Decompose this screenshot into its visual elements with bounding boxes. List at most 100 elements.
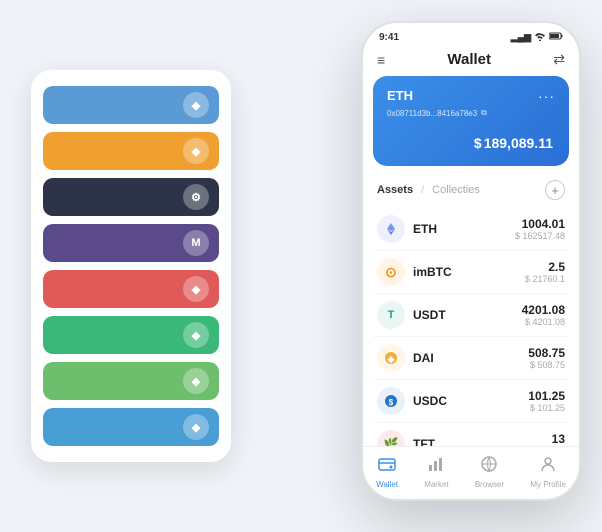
add-asset-button[interactable]: + — [545, 180, 565, 200]
menu-icon[interactable]: ≡ — [377, 52, 385, 68]
card-icon: M — [183, 230, 209, 256]
tab-assets[interactable]: Assets — [377, 184, 413, 196]
usdc-name: USDC — [413, 394, 447, 408]
card-item[interactable]: ⚙ — [43, 178, 219, 216]
svg-text:$: $ — [389, 398, 394, 407]
tab-collecties[interactable]: Collecties — [432, 184, 480, 196]
card-item[interactable]: ◆ — [43, 408, 219, 446]
asset-row-eth[interactable]: ETH 1004.01 $ 162517.48 — [373, 208, 569, 251]
assets-tabs: Assets / Collecties — [377, 184, 480, 196]
phone-mockup: 9:41 ▂▄▆ ≡ Wallet ⇄ ETH ··· — [361, 21, 581, 501]
usdt-name: USDT — [413, 308, 446, 322]
card-icon: ◆ — [183, 414, 209, 440]
card-item[interactable]: M — [43, 224, 219, 262]
tft-icon: 🌿 — [377, 430, 405, 446]
usdc-amount: 101.25 — [528, 389, 565, 403]
scene: ◆ ◆ ⚙ M ◆ ◆ ◆ ◆ 9:41 ▂▄▆ — [11, 11, 591, 521]
dai-amount: 508.75 — [528, 346, 565, 360]
status-time: 9:41 — [379, 32, 399, 43]
scan-icon[interactable]: ⇄ — [553, 51, 565, 68]
balance-prefix: $ — [474, 135, 482, 151]
eth-card-menu[interactable]: ··· — [538, 88, 555, 104]
card-icon: ◆ — [183, 322, 209, 348]
asset-row-imbtc[interactable]: ⊙ imBTC 2.5 $ 21760.1 — [373, 251, 569, 294]
nav-profile[interactable]: My Profile — [530, 455, 566, 489]
asset-left: ◈ DAI — [377, 344, 434, 372]
imbtc-amount: 2.5 — [525, 260, 565, 274]
svg-text:◈: ◈ — [387, 354, 396, 364]
eth-card-label: ETH — [387, 88, 413, 103]
eth-balance: $189,089.11 — [387, 128, 555, 154]
card-icon: ⚙ — [183, 184, 209, 210]
eth-icon — [377, 215, 405, 243]
tft-amount: 13 — [552, 432, 565, 446]
copy-icon[interactable]: ⧉ — [481, 108, 487, 118]
asset-right: 508.75 $ 508.75 — [528, 346, 565, 370]
asset-list: ETH 1004.01 $ 162517.48 ⊙ imBTC 2.5 $ 21… — [363, 208, 579, 446]
card-item[interactable]: ◆ — [43, 316, 219, 354]
asset-right: 4201.08 $ 4201.08 — [522, 303, 565, 327]
browser-nav-label: Browser — [475, 480, 504, 489]
tft-name: TFT — [413, 437, 435, 446]
phone-header: ≡ Wallet ⇄ — [363, 47, 579, 76]
asset-right: 2.5 $ 21760.1 — [525, 260, 565, 284]
card-icon: ◆ — [183, 138, 209, 164]
nav-browser[interactable]: Browser — [475, 455, 504, 489]
browser-nav-icon — [480, 455, 498, 478]
assets-header: Assets / Collecties + — [363, 176, 579, 208]
eth-usd: $ 162517.48 — [515, 231, 565, 241]
dai-name: DAI — [413, 351, 434, 365]
asset-left: ETH — [377, 215, 437, 243]
asset-row-usdt[interactable]: T USDT 4201.08 $ 4201.08 — [373, 294, 569, 337]
card-item[interactable]: ◆ — [43, 86, 219, 124]
dai-icon: ◈ — [377, 344, 405, 372]
card-item[interactable]: ◆ — [43, 270, 219, 308]
asset-right: 1004.01 $ 162517.48 — [515, 217, 565, 241]
asset-right: 101.25 $ 101.25 — [528, 389, 565, 413]
asset-left: T USDT — [377, 301, 446, 329]
asset-row-dai[interactable]: ◈ DAI 508.75 $ 508.75 — [373, 337, 569, 380]
asset-row-tft[interactable]: 🌿 TFT 13 0 — [373, 423, 569, 446]
wallet-nav-label: Wallet — [376, 480, 398, 489]
market-nav-icon — [427, 455, 445, 478]
asset-left: $ USDC — [377, 387, 447, 415]
eth-card-address: 0x08711d3b...8416a78e3 ⧉ — [387, 108, 555, 118]
battery-icon — [549, 32, 563, 42]
profile-nav-label: My Profile — [530, 480, 566, 489]
asset-row-usdc[interactable]: $ USDC 101.25 $ 101.25 — [373, 380, 569, 423]
imbtc-name: imBTC — [413, 265, 452, 279]
asset-left: 🌿 TFT — [377, 430, 435, 446]
wallet-title: Wallet — [447, 51, 491, 68]
usdt-amount: 4201.08 — [522, 303, 565, 317]
status-icons: ▂▄▆ — [511, 31, 563, 43]
wallet-nav-icon — [378, 455, 396, 478]
card-stack: ◆ ◆ ⚙ M ◆ ◆ ◆ ◆ — [31, 70, 231, 462]
usdc-icon: $ — [377, 387, 405, 415]
usdt-usd: $ 4201.08 — [522, 317, 565, 327]
nav-wallet[interactable]: Wallet — [376, 455, 398, 489]
nav-market[interactable]: Market — [424, 455, 448, 489]
card-icon: ◆ — [183, 368, 209, 394]
eth-name: ETH — [413, 222, 437, 236]
card-item[interactable]: ◆ — [43, 132, 219, 170]
asset-left: ⊙ imBTC — [377, 258, 452, 286]
card-icon: ◆ — [183, 276, 209, 302]
eth-amount: 1004.01 — [515, 217, 565, 231]
usdc-usd: $ 101.25 — [528, 403, 565, 413]
signal-icon: ▂▄▆ — [511, 32, 531, 43]
status-bar: 9:41 ▂▄▆ — [363, 23, 579, 47]
dai-usd: $ 508.75 — [528, 360, 565, 370]
eth-card[interactable]: ETH ··· 0x08711d3b...8416a78e3 ⧉ $189,08… — [373, 76, 569, 166]
balance-amount: 189,089.11 — [484, 135, 553, 151]
imbtc-icon: ⊙ — [377, 258, 405, 286]
wifi-icon — [534, 31, 546, 43]
usdt-icon: T — [377, 301, 405, 329]
card-icon: ◆ — [183, 92, 209, 118]
market-nav-label: Market — [424, 480, 448, 489]
profile-nav-icon — [539, 455, 557, 478]
imbtc-usd: $ 21760.1 — [525, 274, 565, 284]
card-item[interactable]: ◆ — [43, 362, 219, 400]
bottom-nav: Wallet Market Browser My Profile — [363, 446, 579, 499]
tab-divider: / — [421, 184, 424, 196]
eth-card-top: ETH ··· — [387, 88, 555, 104]
